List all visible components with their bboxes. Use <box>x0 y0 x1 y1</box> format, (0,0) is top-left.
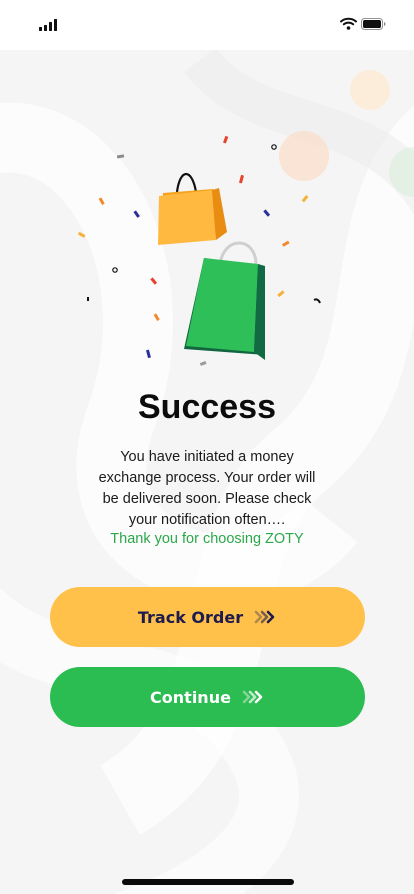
track-order-label: Track Order <box>137 607 244 627</box>
status-bar <box>0 0 414 50</box>
shopping-bag-green-icon <box>184 241 265 360</box>
home-indicator <box>122 879 294 885</box>
double-chevron-right-icon <box>254 610 275 624</box>
continue-button[interactable]: Continue <box>50 667 365 727</box>
continue-label: Continue <box>150 687 231 707</box>
success-illustration <box>77 135 321 366</box>
battery-icon <box>361 18 386 30</box>
double-chevron-right-icon <box>242 690 263 704</box>
wifi-icon <box>340 17 357 30</box>
cellular-signal-icon <box>39 19 57 31</box>
track-order-button[interactable]: Track Order <box>50 587 365 647</box>
shopping-bag-orange-icon <box>158 172 227 245</box>
page-title: Success <box>138 388 276 426</box>
success-message: You have initiated a money exchange proc… <box>98 449 316 528</box>
thanks-message: Thank you for choosing ZOTY <box>110 531 304 547</box>
